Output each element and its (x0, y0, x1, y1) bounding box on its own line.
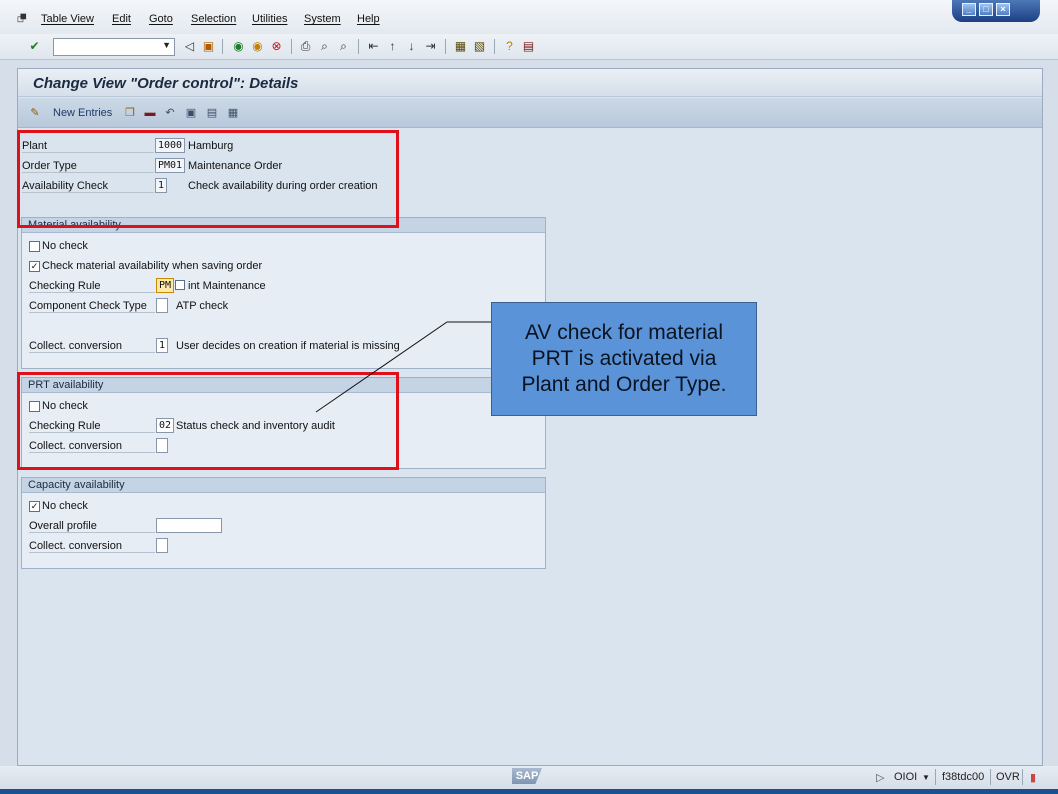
sap-logo: SAP (512, 768, 542, 784)
status-separator (990, 769, 991, 785)
status-client: OIOI (894, 771, 918, 783)
callout-line-3: Plant and Order Type. (521, 373, 727, 396)
window-bottom-border (0, 789, 1058, 794)
callout-line-2: PRT is activated via (531, 347, 717, 370)
annotation-callout: AV check for material PRT is activated v… (491, 302, 757, 416)
status-server: f38tdc00 (942, 771, 985, 783)
status-dropdown-icon[interactable]: ▼ (922, 773, 930, 782)
callout-line-1: AV check for material (524, 321, 723, 344)
status-expand-icon[interactable]: ▷ (876, 771, 884, 784)
status-activity-icon: ▮ (1030, 772, 1037, 784)
status-mode: OVR (996, 771, 1020, 783)
status-separator (935, 769, 936, 785)
callout-leader-line (315, 321, 491, 413)
status-separator (1022, 769, 1023, 785)
